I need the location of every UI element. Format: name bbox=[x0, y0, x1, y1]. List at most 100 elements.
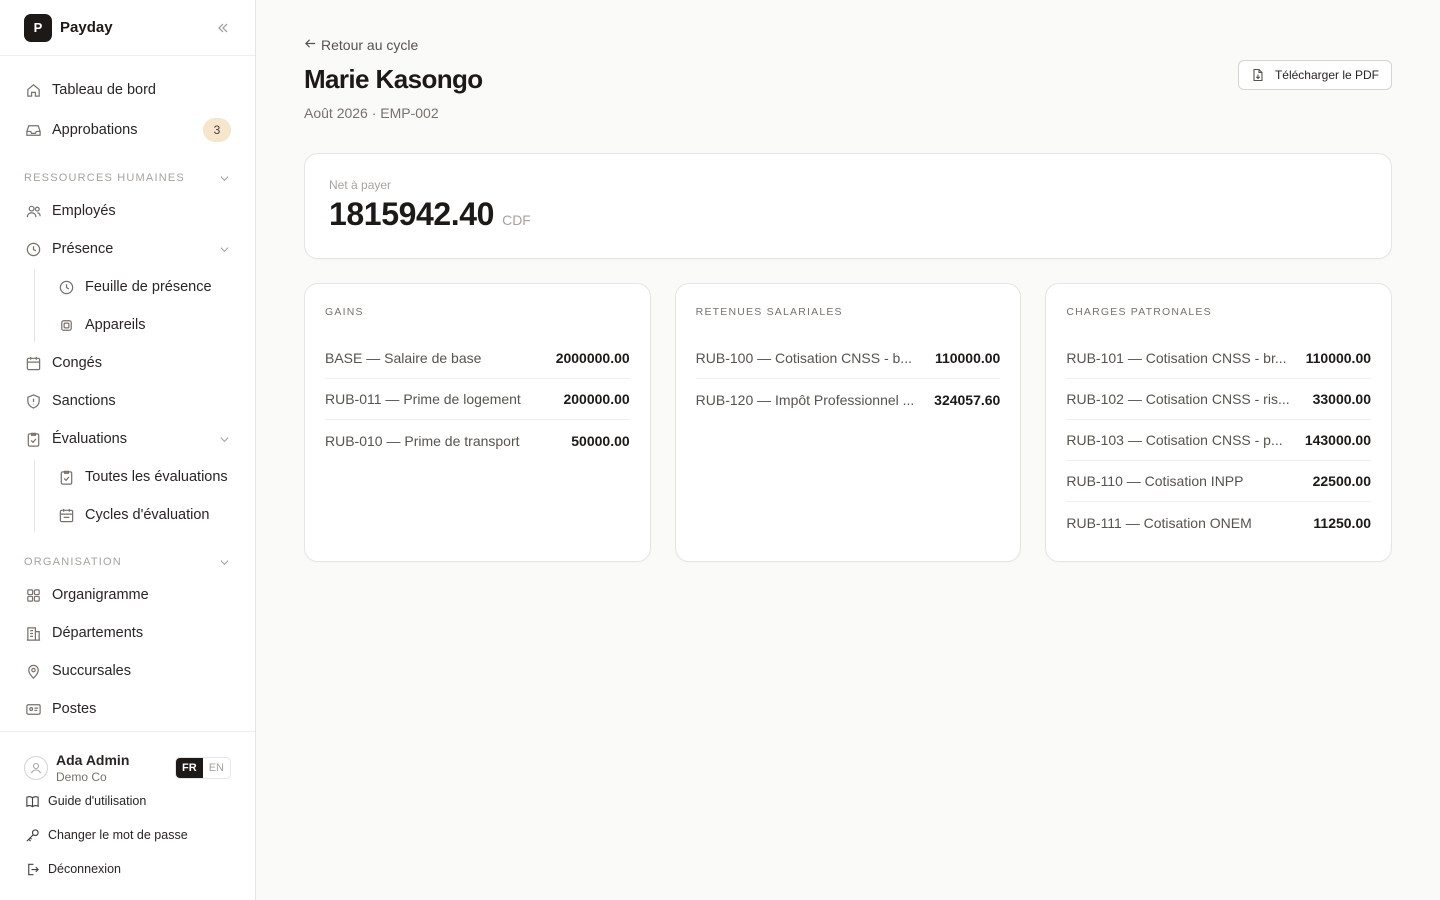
user-org: Demo Co bbox=[56, 770, 107, 784]
net-pay-currency: CDF bbox=[502, 212, 531, 228]
inbox-icon bbox=[24, 121, 42, 139]
sidebar-item-label: Présence bbox=[52, 241, 114, 257]
line-item-amount: 22500.00 bbox=[1312, 473, 1372, 489]
sidebar-item-label: Départements bbox=[52, 625, 144, 641]
language-switcher: FR EN bbox=[175, 757, 231, 779]
logout-icon bbox=[24, 861, 40, 877]
sidebar-item-departments[interactable]: Départements bbox=[0, 614, 255, 652]
sidebar-item-label: Cycles d'évaluation bbox=[85, 507, 210, 523]
line-item-row: RUB-110 — Cotisation INPP 22500.00 bbox=[1066, 461, 1372, 502]
grid-icon bbox=[24, 586, 42, 604]
payslip-breakdown: GAINS BASE — Salaire de base 2000000.00 RU… bbox=[304, 283, 1393, 562]
arrow-left-icon bbox=[304, 37, 317, 53]
download-pdf-button[interactable]: Télécharger le PDF bbox=[1237, 60, 1392, 90]
card-title: CHARGES PATRONALES bbox=[1066, 306, 1212, 318]
sidebar-item-evaluations[interactable]: Évaluations bbox=[0, 420, 255, 458]
sidebar-item-branches[interactable]: Succursales bbox=[0, 652, 255, 690]
sidebar-item-label: Approbations bbox=[52, 122, 138, 138]
line-item-row: RUB-111 — Cotisation ONEM 11250.00 bbox=[1066, 502, 1371, 543]
sidebar-footer: Ada Admin Demo Co FR EN Guide d'utilisat… bbox=[0, 731, 255, 900]
line-item-amount: 143000.00 bbox=[1304, 432, 1372, 448]
line-item-label: RUB-103 — Cotisation CNSS - p... bbox=[1066, 432, 1283, 448]
sidebar-item-label: Sanctions bbox=[52, 393, 116, 409]
sidebar-item-dashboard[interactable]: Tableau de bord bbox=[0, 70, 255, 110]
user-guide-link[interactable]: Guide d'utilisation bbox=[24, 784, 231, 818]
evaluations-subitems: Toutes les évaluations Cycles d'évaluati… bbox=[0, 458, 255, 534]
line-item-label: RUB-111 — Cotisation ONEM bbox=[1066, 514, 1252, 531]
sidebar-item-label: Appareils bbox=[85, 317, 146, 333]
sidebar-item-label: Toutes les évaluations bbox=[85, 469, 228, 485]
book-icon bbox=[24, 793, 40, 809]
avatar bbox=[24, 756, 48, 780]
download-pdf-label: Télécharger le PDF bbox=[1274, 68, 1379, 82]
line-item-label: RUB-100 — Cotisation CNSS - b... bbox=[695, 350, 912, 366]
sidebar-item-positions[interactable]: Postes bbox=[0, 690, 255, 728]
id-card-icon bbox=[24, 700, 42, 718]
user-profile[interactable]: Ada Admin Demo Co FR EN bbox=[24, 752, 231, 784]
sidebar-item-timesheet[interactable]: Feuille de présence bbox=[33, 268, 255, 306]
line-item-amount: 11250.00 bbox=[1313, 514, 1372, 531]
line-item-amount: 33000.00 bbox=[1312, 391, 1372, 407]
change-password-link[interactable]: Changer le mot de passe bbox=[24, 818, 231, 852]
page-subtitle: Août 2026 · EMP-002 bbox=[304, 105, 439, 121]
line-item-amount: 2000000.00 bbox=[555, 350, 630, 366]
logout-link[interactable]: Déconnexion bbox=[24, 852, 231, 886]
brand-name: Payday bbox=[60, 19, 113, 36]
building-icon bbox=[24, 624, 42, 642]
sidebar-item-approvals[interactable]: Approbations 3 bbox=[0, 110, 255, 150]
sidebar-item-evaluation-cycles[interactable]: Cycles d'évaluation bbox=[33, 496, 255, 534]
chevron-down-icon bbox=[217, 555, 231, 569]
clipboard-check-icon bbox=[57, 468, 75, 486]
line-item-amount: 324057.60 bbox=[934, 391, 1001, 408]
clock-icon bbox=[57, 278, 75, 296]
line-item-amount: 50000.00 bbox=[571, 432, 630, 449]
sidebar-item-label: Succursales bbox=[52, 663, 131, 679]
back-to-cycle-link[interactable]: Retour au cycle bbox=[304, 36, 1392, 54]
charges-rows: RUB-101 — Cotisation CNSS - br... 110000.… bbox=[1066, 338, 1372, 543]
line-item-amount: 110000.00 bbox=[1305, 350, 1372, 366]
line-item-row: RUB-120 — Impôt Professionnel ... 324057.… bbox=[696, 379, 1001, 420]
retenues-card: RETENUES SALARIALES RUB-100 — Cotisation… bbox=[674, 283, 1022, 562]
shield-icon bbox=[24, 392, 42, 410]
charges-card: CHARGES PATRONALES RUB-101 — Cotisation … bbox=[1045, 283, 1393, 562]
sidebar-item-label: Congés bbox=[52, 355, 102, 371]
sidebar-item-label: Organigramme bbox=[52, 587, 149, 603]
line-item-row: BASE — Salaire de base 2000000.00 bbox=[325, 338, 630, 379]
key-icon bbox=[24, 827, 40, 843]
section-label: RESSOURCES HUMAINES bbox=[24, 172, 185, 184]
card-title: GAINS bbox=[325, 306, 364, 318]
retenues-rows: RUB-100 — Cotisation CNSS - b... 110000.0… bbox=[695, 338, 1001, 420]
section-hr[interactable]: RESSOURCES HUMAINES bbox=[0, 164, 255, 192]
sidebar-item-sanctions[interactable]: Sanctions bbox=[0, 382, 255, 420]
line-item-row: RUB-101 — Cotisation CNSS - br... 110000.… bbox=[1066, 338, 1372, 379]
sidebar-item-label: Feuille de présence bbox=[85, 279, 212, 295]
sidebar-item-org-chart[interactable]: Organigramme bbox=[0, 576, 255, 614]
line-item-label: RUB-010 — Prime de transport bbox=[325, 432, 520, 449]
user-name: Ada Admin bbox=[56, 752, 130, 768]
line-item-label: RUB-011 — Prime de logement bbox=[325, 391, 521, 407]
presence-subitems: Feuille de présence Appareils bbox=[0, 268, 255, 344]
sidebar-item-label: Tableau de bord bbox=[52, 82, 156, 98]
sidebar-item-all-evaluations[interactable]: Toutes les évaluations bbox=[33, 458, 255, 496]
net-pay-value-row: 1815942.40 CDF bbox=[329, 196, 1367, 233]
brand-header: P Payday bbox=[0, 0, 255, 56]
section-organisation[interactable]: ORGANISATION bbox=[0, 548, 255, 576]
back-link-label: Retour au cycle bbox=[321, 37, 419, 53]
collapse-sidebar-icon[interactable] bbox=[215, 20, 231, 36]
sidebar-item-leaves[interactable]: Congés bbox=[0, 344, 255, 382]
map-pin-icon bbox=[24, 662, 42, 680]
lang-fr-button[interactable]: FR bbox=[176, 758, 203, 778]
line-item-label: BASE — Salaire de base bbox=[325, 350, 482, 366]
sidebar-item-devices[interactable]: Appareils bbox=[33, 306, 255, 344]
line-item-label: RUB-120 — Impôt Professionnel ... bbox=[695, 391, 915, 408]
line-item-label: RUB-102 — Cotisation CNSS - ris... bbox=[1066, 391, 1290, 407]
line-item-label: RUB-101 — Cotisation CNSS - br... bbox=[1066, 350, 1287, 366]
sidebar-item-presence[interactable]: Présence bbox=[0, 230, 255, 268]
sidebar-item-employees[interactable]: Employés bbox=[0, 192, 255, 230]
line-item-row: RUB-010 — Prime de transport 50000.00 bbox=[325, 420, 630, 461]
lang-en-button[interactable]: EN bbox=[203, 758, 230, 778]
line-item-amount: 110000.00 bbox=[934, 350, 1001, 366]
line-item-amount: 200000.00 bbox=[563, 391, 630, 407]
user-info: Ada Admin Demo Co bbox=[56, 752, 175, 784]
device-icon bbox=[57, 316, 75, 334]
